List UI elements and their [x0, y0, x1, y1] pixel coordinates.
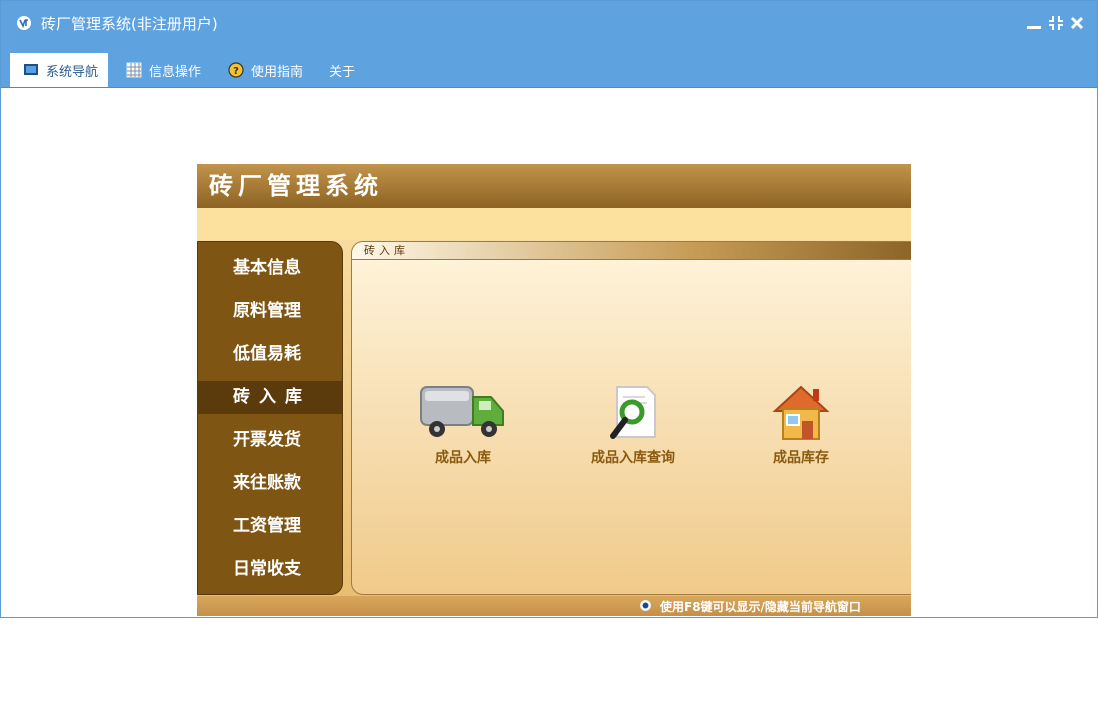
sidebar-item-accounts[interactable]: 来往账款 [198, 467, 343, 500]
magnifier-document-icon [603, 386, 663, 447]
menu-item-label: 关于 [329, 64, 356, 80]
work-tab: 砖入库 [352, 242, 911, 260]
feature-label: 成品入库查询 [591, 450, 675, 466]
help-icon: ? [228, 62, 244, 78]
feature-label: 成品库存 [773, 450, 829, 466]
close-icon[interactable] [1069, 13, 1085, 33]
truck-icon [419, 386, 507, 447]
svg-text:?: ? [233, 66, 239, 77]
minimize-icon[interactable] [1026, 13, 1042, 33]
house-icon [771, 385, 831, 447]
sidebar-item-invoice-shipping[interactable]: 开票发货 [198, 424, 343, 457]
menu-item-label: 信息操作 [149, 64, 202, 80]
sidebar-item-basic-info[interactable]: 基本信息 [198, 252, 343, 285]
monitor-icon [23, 62, 39, 78]
footer-hint: 使用F8键可以显示/隐藏当前导航窗口 [660, 600, 861, 614]
navigation-panel: 砖厂管理系统 基本信息 原料管理 低值易耗 砖入库 开票发货 来往账款 工资管理… [197, 164, 911, 616]
panel-header: 砖厂管理系统 [197, 164, 911, 208]
feature-inventory[interactable]: 成品库存 [756, 383, 846, 467]
sidebar-item-payroll[interactable]: 工资管理 [198, 510, 343, 543]
work-tab-label: 砖入库 [364, 244, 409, 257]
title-bar[interactable]: 砖厂管理系统(非注册用户) [1, 1, 1097, 45]
panel-footer: 使用F8键可以显示/隐藏当前导航窗口 [197, 596, 911, 616]
feature-label: 成品入库 [435, 450, 491, 466]
sidebar-item-daily-income[interactable]: 日常收支 [198, 553, 343, 586]
window-title: 砖厂管理系统(非注册用户) [41, 15, 218, 33]
work-area: 砖入库 成品入库 成品入库查询 成品库存 [351, 241, 911, 595]
sidebar-item-brick-stock-in[interactable]: 砖入库 [198, 381, 343, 414]
sidebar: 基本信息 原料管理 低值易耗 砖入库 开票发货 来往账款 工资管理 日常收支 [197, 241, 343, 595]
sidebar-item-material[interactable]: 原料管理 [198, 295, 343, 328]
app-logo-icon [16, 15, 32, 31]
feature-stock-in-query[interactable]: 成品入库查询 [583, 383, 683, 467]
restore-icon[interactable] [1048, 13, 1064, 33]
tab-system-nav[interactable]: 系统导航 [10, 53, 108, 87]
menu-item-label: 使用指南 [251, 64, 304, 80]
menu-bar: 系统导航 信息操作 ? 使用指南 关于 [1, 45, 1097, 88]
menu-item-label: 系统导航 [46, 64, 99, 80]
sidebar-item-consumables[interactable]: 低值易耗 [198, 338, 343, 371]
tab-info-ops[interactable]: 信息操作 [126, 53, 201, 87]
feature-stock-in[interactable]: 成品入库 [418, 383, 508, 467]
tab-about[interactable]: 关于 [329, 53, 355, 87]
tab-user-guide[interactable]: ? 使用指南 [228, 53, 303, 87]
grid-icon [126, 62, 142, 78]
panel-band [197, 208, 911, 240]
radio-icon [640, 600, 651, 611]
panel-title: 砖厂管理系统 [209, 172, 383, 200]
